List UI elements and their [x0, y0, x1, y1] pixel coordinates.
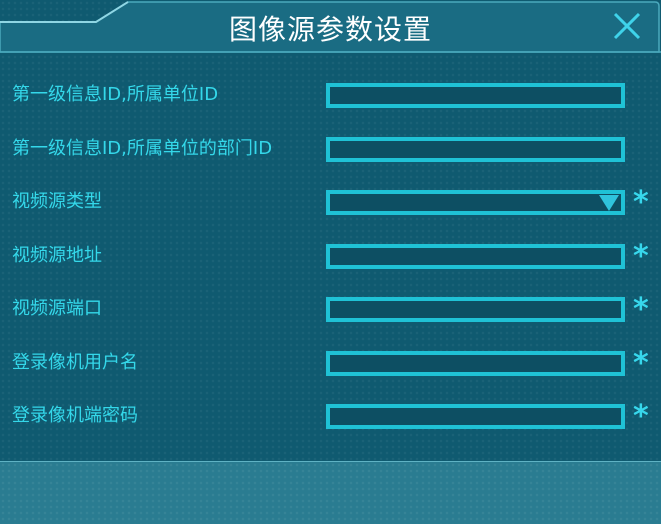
- field-row-video-source-port: 视频源端口 *: [0, 286, 661, 340]
- settings-form: 第一级信息ID,所属单位ID 第一级信息ID,所属单位的部门ID 视频源类型 *…: [0, 72, 661, 447]
- dept-id-input[interactable]: [326, 136, 625, 162]
- org-id-input[interactable]: [326, 83, 625, 108]
- required-asterisk: *: [633, 185, 649, 220]
- image-source-settings-dialog: 图像源参数设置 第一级信息ID,所属单位ID 第一级信息ID,所属单位的部门ID…: [0, 0, 661, 524]
- field-label: 登录像机用户名: [12, 351, 138, 373]
- dialog-footer: [0, 461, 661, 524]
- required-asterisk: *: [633, 399, 649, 434]
- video-source-type-select[interactable]: [326, 190, 625, 215]
- required-asterisk: *: [633, 292, 649, 327]
- field-label: 视频源端口: [12, 298, 102, 319]
- title-bar: 图像源参数设置: [0, 0, 661, 58]
- field-row-camera-password: 登录像机端密码 *: [0, 393, 661, 447]
- required-asterisk: *: [633, 238, 649, 274]
- required-asterisk: *: [633, 345, 649, 381]
- video-source-port-input[interactable]: [326, 297, 625, 322]
- field-label: 第一级信息ID,所属单位的部门ID: [12, 137, 273, 159]
- field-row-video-source-address: 视频源地址 *: [0, 233, 661, 287]
- field-row-video-source-type: 视频源类型 *: [0, 179, 661, 233]
- field-label: 登录像机端密码: [12, 405, 138, 426]
- field-label: 视频源类型: [12, 191, 102, 212]
- dropdown-arrow-icon: [599, 195, 619, 211]
- camera-password-input[interactable]: [326, 404, 625, 429]
- field-label: 第一级信息ID,所属单位ID: [12, 84, 219, 105]
- field-row-camera-username: 登录像机用户名 *: [0, 340, 661, 394]
- close-icon: [613, 12, 641, 40]
- camera-username-input[interactable]: [326, 350, 625, 376]
- close-button[interactable]: [611, 10, 643, 42]
- field-label: 视频源地址: [12, 244, 102, 266]
- field-row-dept-id: 第一级信息ID,所属单位的部门ID: [0, 126, 661, 180]
- field-row-org-id: 第一级信息ID,所属单位ID: [0, 72, 661, 126]
- dialog-title: 图像源参数设置: [228, 13, 432, 46]
- video-source-address-input[interactable]: [326, 243, 625, 269]
